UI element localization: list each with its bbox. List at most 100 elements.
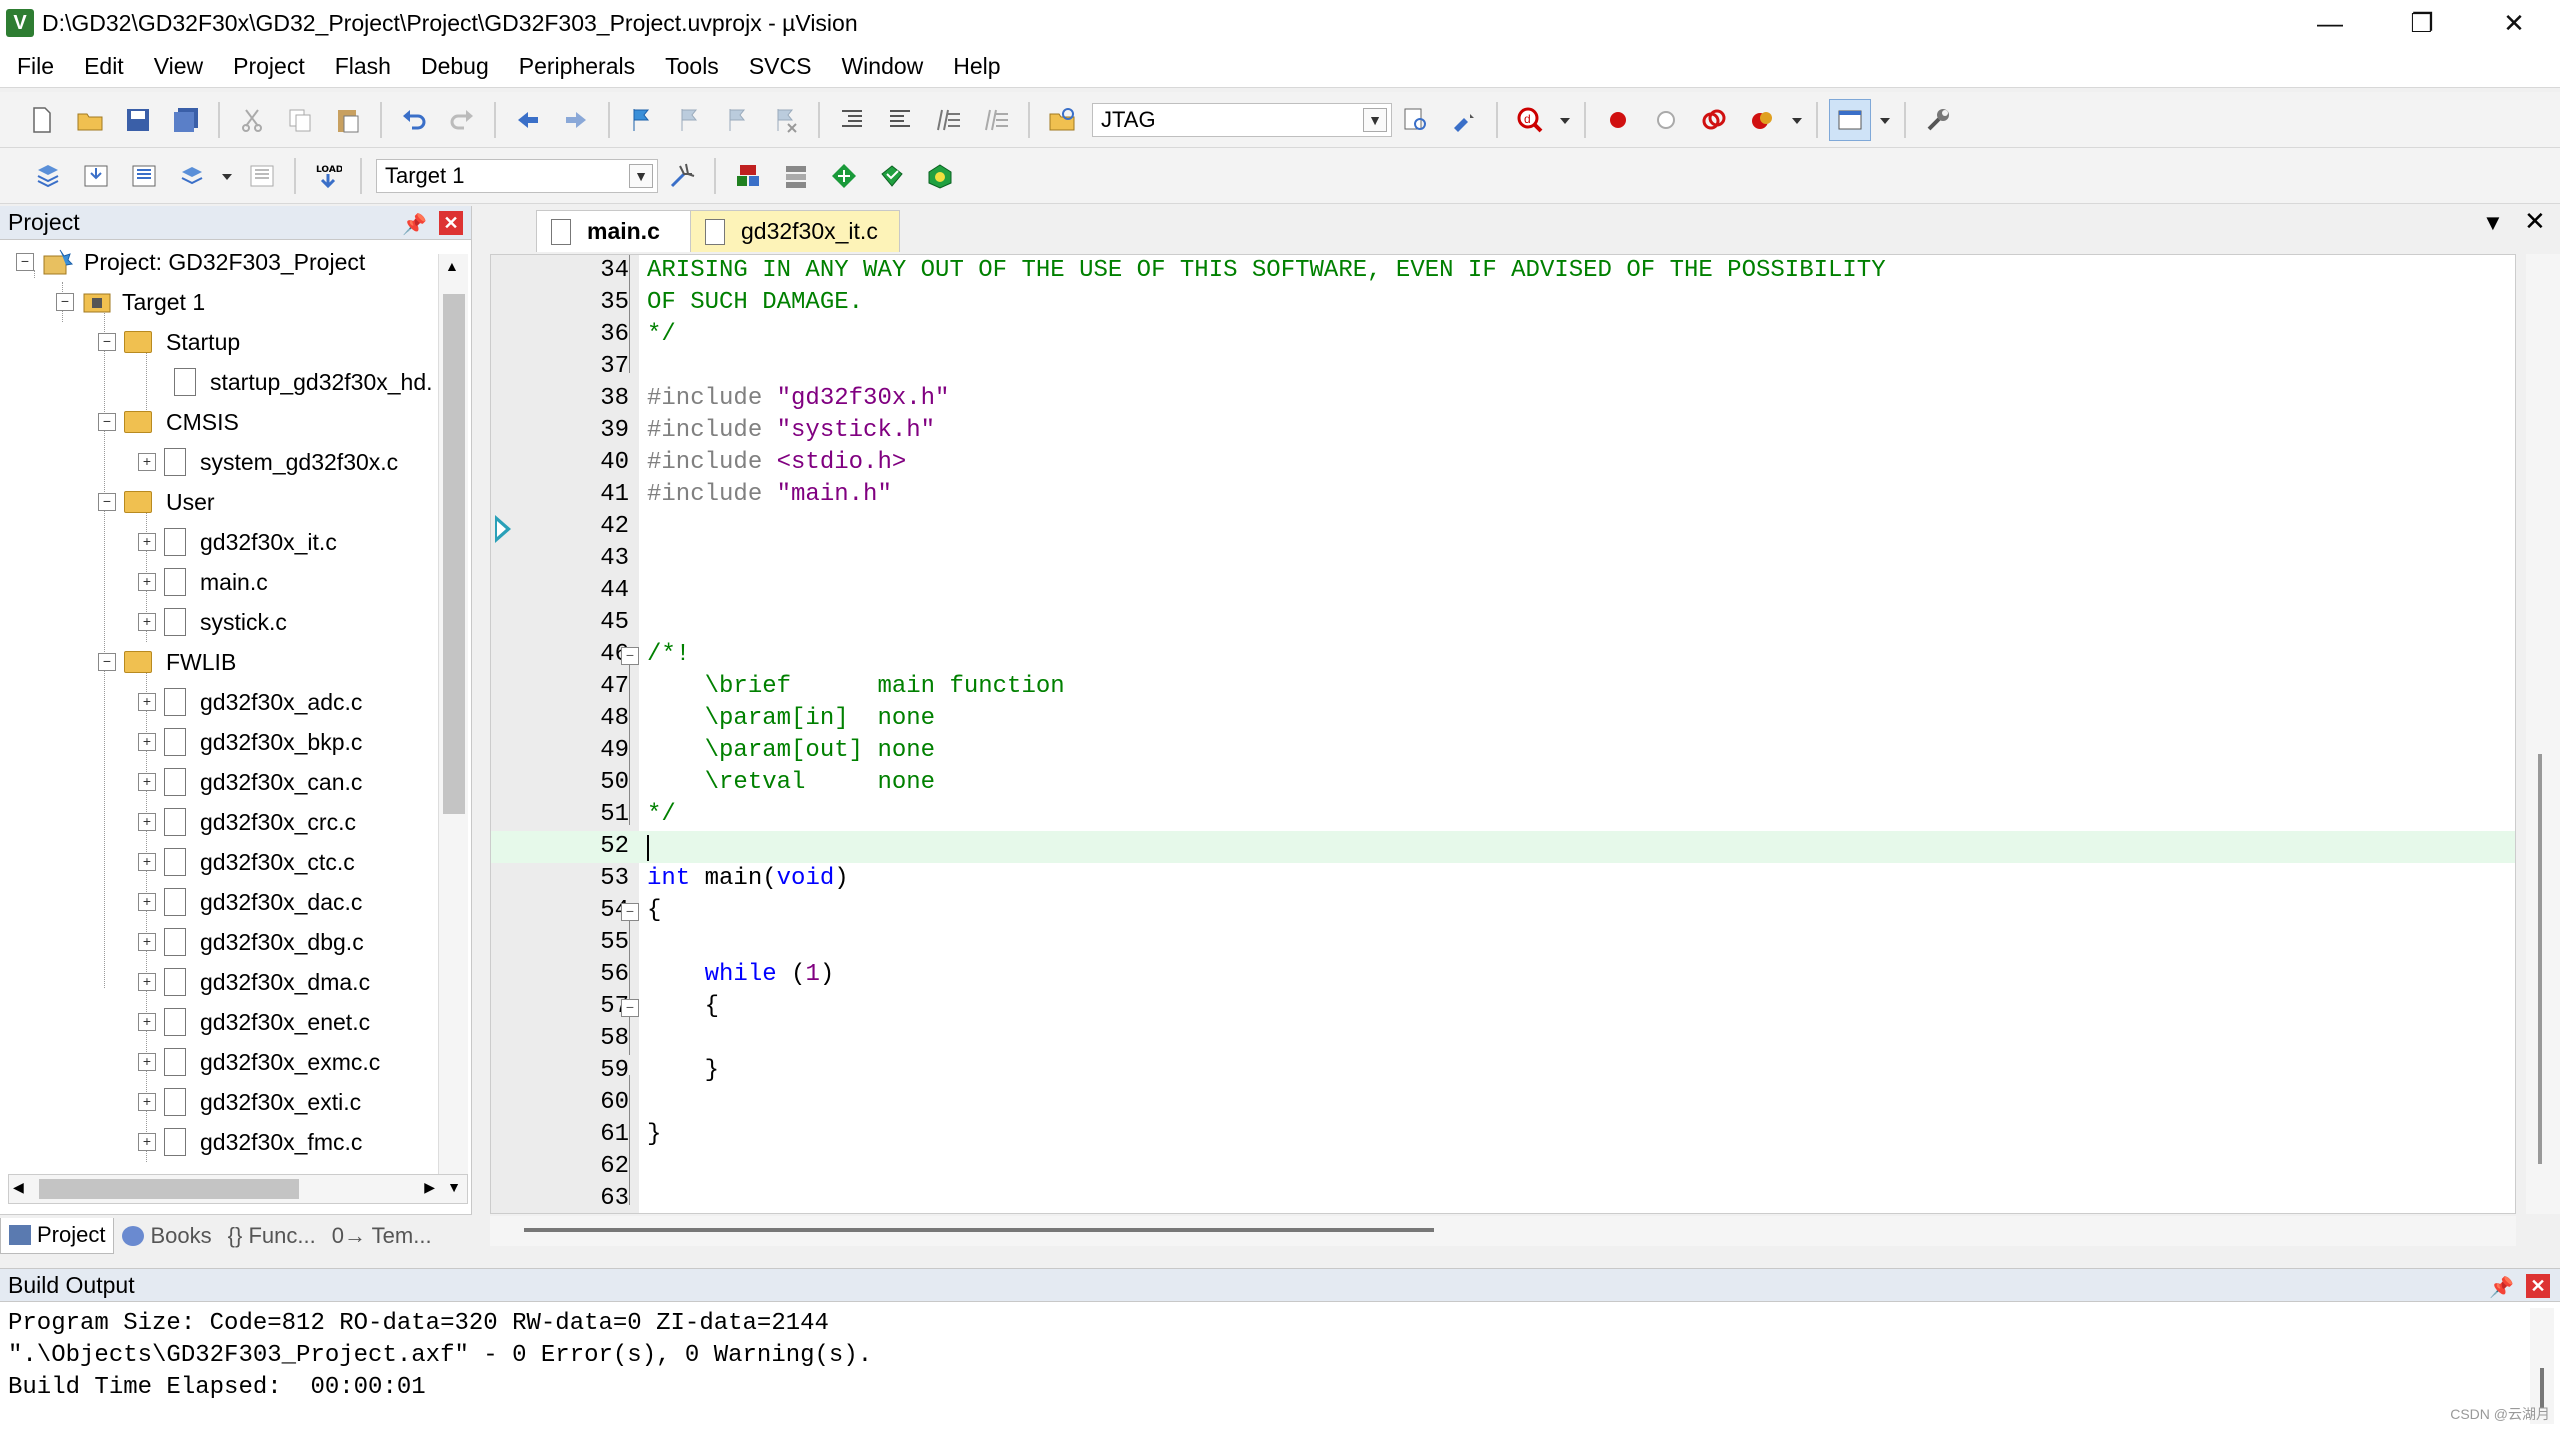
scrollbar-thumb[interactable]: [524, 1228, 1434, 1232]
menu-help[interactable]: Help: [936, 53, 1013, 80]
expand-icon[interactable]: +: [138, 933, 156, 951]
expand-icon[interactable]: +: [138, 533, 156, 551]
tree-group-user[interactable]: − User: [98, 482, 215, 522]
paste-icon[interactable]: [327, 99, 369, 141]
code-line[interactable]: 60: [491, 1087, 2515, 1119]
incremental-find-icon[interactable]: [1395, 99, 1437, 141]
project-vertical-scrollbar[interactable]: ▲: [438, 254, 468, 1194]
expand-icon[interactable]: +: [138, 573, 156, 591]
tree-file[interactable]: + system_gd32f30x.c: [138, 442, 398, 482]
menu-flash[interactable]: Flash: [318, 53, 404, 80]
scroll-left-icon[interactable]: ◀: [13, 1179, 24, 1196]
code-line[interactable]: 46−/*!: [491, 639, 2515, 671]
unindent-icon[interactable]: [879, 99, 921, 141]
scrollbar-thumb[interactable]: [2540, 1368, 2544, 1408]
menu-window[interactable]: Window: [824, 53, 936, 80]
collapse-icon[interactable]: −: [56, 293, 74, 311]
find-combo[interactable]: JTAG ▼: [1092, 102, 1392, 137]
close-window-button[interactable]: ✕: [2468, 0, 2560, 46]
close-panel-icon[interactable]: ✕: [2526, 1274, 2550, 1298]
find-in-files-icon[interactable]: [1041, 99, 1083, 141]
expand-icon[interactable]: +: [138, 1093, 156, 1111]
expand-icon[interactable]: +: [138, 1053, 156, 1071]
code-line[interactable]: 63: [491, 1183, 2515, 1213]
tab-functions[interactable]: {} Func...: [220, 1218, 324, 1254]
scroll-right-icon[interactable]: ▶: [424, 1179, 435, 1196]
code-line[interactable]: 38 #include "gd32f30x.h": [491, 383, 2515, 415]
undo-icon[interactable]: [393, 99, 435, 141]
manage-rte-icon[interactable]: [919, 155, 961, 197]
tab-project[interactable]: Project: [0, 1217, 115, 1254]
chevron-down-icon[interactable]: [1789, 99, 1805, 141]
collapse-icon[interactable]: −: [16, 253, 34, 271]
scroll-up-icon[interactable]: ▲: [445, 258, 459, 274]
chevron-down-icon[interactable]: ▼: [629, 163, 653, 188]
comment-selection-icon[interactable]: [927, 99, 969, 141]
scrollbar-thumb[interactable]: [2538, 754, 2542, 1164]
tree-file[interactable]: + gd32f30x_dbg.c: [138, 922, 364, 962]
expand-icon[interactable]: +: [138, 853, 156, 871]
code-line[interactable]: 39 #include "systick.h": [491, 415, 2515, 447]
copy-icon[interactable]: [279, 99, 321, 141]
editor-horizontal-scrollbar[interactable]: [490, 1216, 2516, 1246]
tab-templates[interactable]: 0→ Tem...: [324, 1218, 440, 1254]
chevron-down-icon[interactable]: ▼: [1363, 107, 1387, 132]
chevron-down-icon[interactable]: [1557, 99, 1573, 141]
tree-group-fwlib[interactable]: − FWLIB: [98, 642, 236, 682]
code-line[interactable]: 37: [491, 351, 2515, 383]
pin-icon[interactable]: 📌: [402, 212, 427, 237]
expand-icon[interactable]: +: [138, 693, 156, 711]
indent-icon[interactable]: [831, 99, 873, 141]
code-line[interactable]: 44: [491, 575, 2515, 607]
tree-file[interactable]: startup_gd32f30x_hd.: [174, 362, 433, 402]
tree-file[interactable]: + gd32f30x_enet.c: [138, 1002, 370, 1042]
enable-breakpoint-icon[interactable]: [1645, 99, 1687, 141]
code-line[interactable]: 53 int main(void): [491, 863, 2515, 895]
code-line[interactable]: 34 ARISING IN ANY WAY OUT OF THE USE OF T…: [491, 255, 2515, 287]
tab-books[interactable]: Books: [114, 1218, 219, 1254]
tree-file[interactable]: + systick.c: [138, 602, 287, 642]
tree-file[interactable]: + main.c: [138, 562, 268, 602]
code-line[interactable]: 51 */: [491, 799, 2515, 831]
code-line[interactable]: 43: [491, 543, 2515, 575]
tree-file[interactable]: + gd32f30x_fmc.c: [138, 1122, 362, 1162]
tree-file[interactable]: + gd32f30x_dma.c: [138, 962, 370, 1002]
fold-collapse-icon[interactable]: −: [621, 903, 639, 921]
code-line[interactable]: 56 while (1): [491, 959, 2515, 991]
scrollbar-thumb[interactable]: [39, 1179, 299, 1199]
tree-file[interactable]: + gd32f30x_exti.c: [138, 1082, 361, 1122]
expand-icon[interactable]: +: [138, 613, 156, 631]
download-load-icon[interactable]: LOAD: [307, 155, 349, 197]
build-output-panel[interactable]: Program Size: Code=812 RO-data=320 RW-da…: [0, 1302, 2560, 1430]
scrollbar-thumb[interactable]: [443, 294, 465, 814]
tree-target[interactable]: − Target 1: [56, 282, 205, 322]
clear-bookmarks-icon[interactable]: [765, 99, 807, 141]
code-line[interactable]: 59 }: [491, 1055, 2515, 1087]
cut-icon[interactable]: [231, 99, 273, 141]
file-extensions-icon[interactable]: [727, 155, 769, 197]
code-line[interactable]: 61}: [491, 1119, 2515, 1151]
scroll-down-icon[interactable]: ▼: [447, 1179, 461, 1195]
menu-peripherals[interactable]: Peripherals: [502, 53, 648, 80]
code-line[interactable]: 52: [491, 831, 2515, 863]
chevron-down-icon[interactable]: [219, 155, 235, 197]
translate-icon[interactable]: [27, 155, 69, 197]
close-editor-icon[interactable]: ✕: [2524, 206, 2546, 237]
collapse-icon[interactable]: −: [98, 333, 116, 351]
open-file-icon[interactable]: [69, 99, 111, 141]
code-line[interactable]: 41 #include "main.h": [491, 479, 2515, 511]
fold-collapse-icon[interactable]: −: [621, 647, 639, 665]
save-all-icon[interactable]: [165, 99, 207, 141]
rebuild-icon[interactable]: [123, 155, 165, 197]
start-debug-session-icon[interactable]: d: [1509, 99, 1551, 141]
pin-icon[interactable]: 📌: [2489, 1275, 2514, 1300]
navigate-forward-icon[interactable]: [555, 99, 597, 141]
code-line[interactable]: 45: [491, 607, 2515, 639]
expand-icon[interactable]: +: [138, 1013, 156, 1031]
target-select[interactable]: Target 1 ▼: [376, 158, 658, 193]
maximize-button[interactable]: ❐: [2376, 0, 2468, 46]
tree-file[interactable]: + gd32f30x_it.c: [138, 522, 337, 562]
tree-group-startup[interactable]: − Startup: [98, 322, 240, 362]
code-line[interactable]: 48 \param[in] none: [491, 703, 2515, 735]
manage-project-items-icon[interactable]: [775, 155, 817, 197]
